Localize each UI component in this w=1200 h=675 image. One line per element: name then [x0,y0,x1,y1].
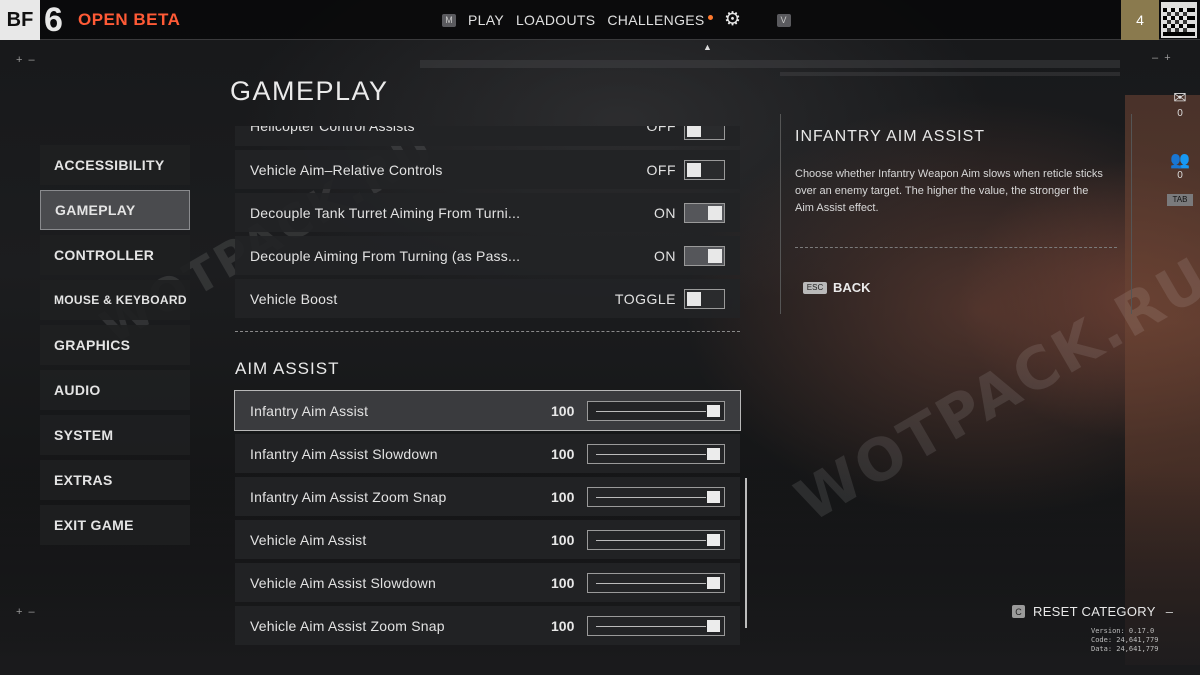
info-description: Choose whether Infantry Weapon Aim slows… [795,168,1103,214]
reset-key: C [1012,605,1025,618]
squad-icon: 👥 [1170,152,1190,169]
list-scrollbar[interactable] [745,478,747,628]
setting-row-helicopter-control-assists[interactable]: Helicopter Control Assists OFF [235,126,740,146]
menu-item-accessibility[interactable]: ACCESSIBILITY [40,145,190,185]
nav-right-key: V [776,13,791,27]
setting-row-decouple-aiming-from-turning[interactable]: Decouple Aiming From Turning (as Pass...… [235,236,740,275]
toggle-switch[interactable] [684,202,725,223]
page-title: GAMEPLAY [230,76,389,106]
back-button[interactable]: ESC BACK [803,280,871,295]
nav-challenges[interactable]: CHALLENGES [607,12,704,28]
corner-mark: – + [1152,52,1171,64]
corner-mark: + – [16,606,35,618]
section-divider [235,331,740,332]
setting-row-infantry-aim-assist[interactable]: Infantry Aim Assist 100 [234,390,741,431]
game-logo: BF 6 [0,0,70,40]
mail-indicator[interactable]: ✉ 0 [1168,90,1192,119]
menu-item-gameplay[interactable]: GAMEPLAY [40,190,190,230]
nav-loadouts[interactable]: LOADOUTS [516,12,595,28]
value-slider[interactable] [587,443,725,464]
corner-mark: + – [16,54,35,66]
setting-row-vehicle-aim-relative-controls[interactable]: Vehicle Aim–Relative Controls OFF [235,150,740,189]
menu-item-extras[interactable]: EXTRAS [40,460,190,500]
minus-icon: – [1165,604,1173,619]
tab-key: TAB [1167,194,1193,206]
setting-row-vehicle-aim-assist-zoom-snap[interactable]: Vehicle Aim Assist Zoom Snap 100 [235,606,740,645]
avatar[interactable] [1161,2,1197,38]
reset-category-button[interactable]: C RESET CATEGORY – [1012,604,1173,619]
esc-key: ESC [803,281,827,294]
aim-assist-list: Infantry Aim Assist 100 Infantry Aim Ass… [234,390,741,649]
toggle-switch[interactable] [684,288,725,309]
menu-item-system[interactable]: SYSTEM [40,415,190,455]
value-slider[interactable] [587,615,725,636]
toggle-switch[interactable] [684,159,725,180]
info-title: INFANTRY AIM ASSIST [795,128,986,145]
menu-item-audio[interactable]: AUDIO [40,370,190,410]
nav-play[interactable]: PLAY [468,12,504,28]
setting-row-infantry-aim-assist-slowdown[interactable]: Infantry Aim Assist Slowdown 100 [235,434,740,473]
mail-icon: ✉ [1173,90,1187,107]
value-slider[interactable] [587,529,725,550]
settings-category-menu: ACCESSIBILITY GAMEPLAY CONTROLLER MOUSE … [40,145,190,550]
menu-item-controller[interactable]: CONTROLLER [40,235,190,275]
value-slider[interactable] [587,572,725,593]
notification-dot [707,14,713,20]
section-title-aim-assist: AIM ASSIST [235,359,340,378]
caret-up-icon: ▲ [703,42,712,52]
gear-icon[interactable]: ⚙ [723,10,743,30]
toggle-switch[interactable] [684,126,725,140]
menu-item-exit-game[interactable]: EXIT GAME [40,505,190,545]
setting-info-panel: INFANTRY AIM ASSIST Choose whether Infan… [780,114,1132,314]
menu-item-graphics[interactable]: GRAPHICS [40,325,190,365]
value-slider[interactable] [587,486,725,507]
nav-left-key: M [442,13,456,27]
main-nav: M PLAY LOADOUTS CHALLENGES ⚙ V [442,0,791,40]
version-info: Version: 0.17.0 Code: 24,641,779 Data: 2… [1091,627,1159,653]
info-divider [795,247,1117,248]
toggle-switch[interactable] [684,245,725,266]
value-slider[interactable] [587,400,725,421]
level-badge[interactable]: 4 [1121,0,1159,40]
top-bar: BF 6 OPEN BETA M PLAY LOADOUTS CHALLENGE… [0,0,1200,40]
menu-item-mouse-keyboard[interactable]: MOUSE & KEYBOARD [40,280,190,320]
setting-row-vehicle-boost[interactable]: Vehicle Boost TOGGLE [235,279,740,318]
vehicle-settings-list: Helicopter Control Assists OFF Vehicle A… [235,126,740,322]
setting-row-infantry-aim-assist-zoom-snap[interactable]: Infantry Aim Assist Zoom Snap 100 [235,477,740,516]
open-beta-label: OPEN BETA [78,10,181,29]
squad-indicator[interactable]: 👥 0 [1168,152,1192,181]
setting-row-decouple-tank-turret[interactable]: Decouple Tank Turret Aiming From Turni..… [235,193,740,232]
setting-row-vehicle-aim-assist[interactable]: Vehicle Aim Assist 100 [235,520,740,559]
setting-row-vehicle-aim-assist-slowdown[interactable]: Vehicle Aim Assist Slowdown 100 [235,563,740,602]
